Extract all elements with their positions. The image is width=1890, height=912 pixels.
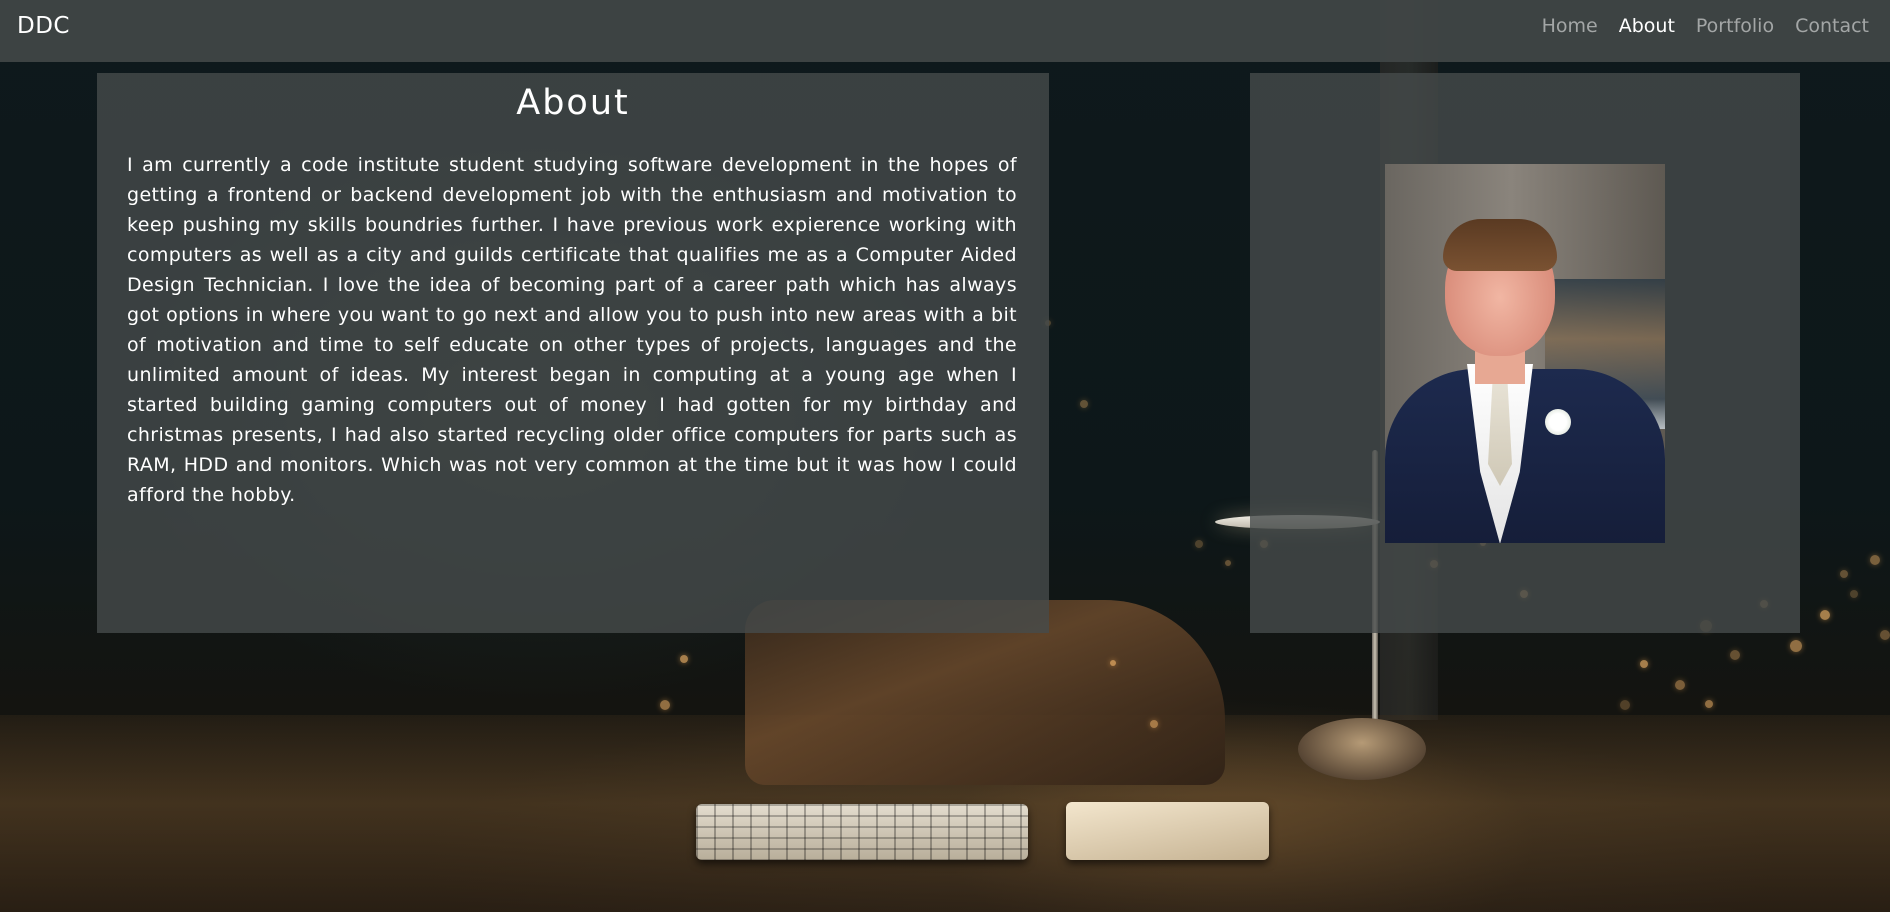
navbar: DDC Home About Portfolio Contact: [0, 0, 1890, 62]
about-heading: About: [516, 83, 630, 123]
about-paragraph: I am currently a code institute student …: [127, 154, 1017, 506]
bokeh-light: [1640, 660, 1648, 668]
bokeh-light: [1705, 700, 1713, 708]
about-panel: About I am currently a code institute st…: [97, 73, 1049, 633]
photo-panel: [1250, 73, 1800, 633]
nav-item-portfolio: Portfolio: [1696, 15, 1774, 37]
bokeh-light: [1730, 650, 1740, 660]
nav-link-portfolio[interactable]: Portfolio: [1696, 15, 1774, 37]
bokeh-light: [660, 700, 670, 710]
nav-item-contact: Contact: [1795, 15, 1869, 37]
bokeh-light: [1110, 660, 1116, 666]
bokeh-light: [1150, 720, 1158, 728]
nav-link-home[interactable]: Home: [1542, 15, 1598, 37]
lamp-base: [1298, 718, 1426, 780]
bokeh-light: [1880, 630, 1890, 640]
bokeh-light: [1850, 590, 1858, 598]
bokeh-light: [680, 655, 688, 663]
nav-link-contact[interactable]: Contact: [1795, 15, 1869, 37]
bokeh-light: [1080, 400, 1088, 408]
nav-item-home: Home: [1542, 15, 1598, 37]
portrait-hair: [1443, 219, 1557, 271]
keyboard: [696, 804, 1028, 860]
nav-link-about[interactable]: About: [1619, 15, 1675, 37]
portrait-buttonhole-flower: [1545, 409, 1571, 435]
bokeh-light: [1195, 540, 1203, 548]
brand-logo[interactable]: DDC: [17, 13, 70, 39]
bokeh-light: [1620, 700, 1630, 710]
nav-links: Home About Portfolio Contact: [1542, 15, 1869, 37]
bokeh-light: [1675, 680, 1685, 690]
trackpad: [1066, 802, 1269, 860]
bokeh-light: [1870, 555, 1880, 565]
portrait-photo: [1385, 164, 1665, 543]
bokeh-light: [1820, 610, 1830, 620]
bokeh-light: [1790, 640, 1802, 652]
bokeh-light: [1840, 570, 1848, 578]
nav-item-about: About: [1619, 15, 1675, 37]
bokeh-light: [1225, 560, 1231, 566]
